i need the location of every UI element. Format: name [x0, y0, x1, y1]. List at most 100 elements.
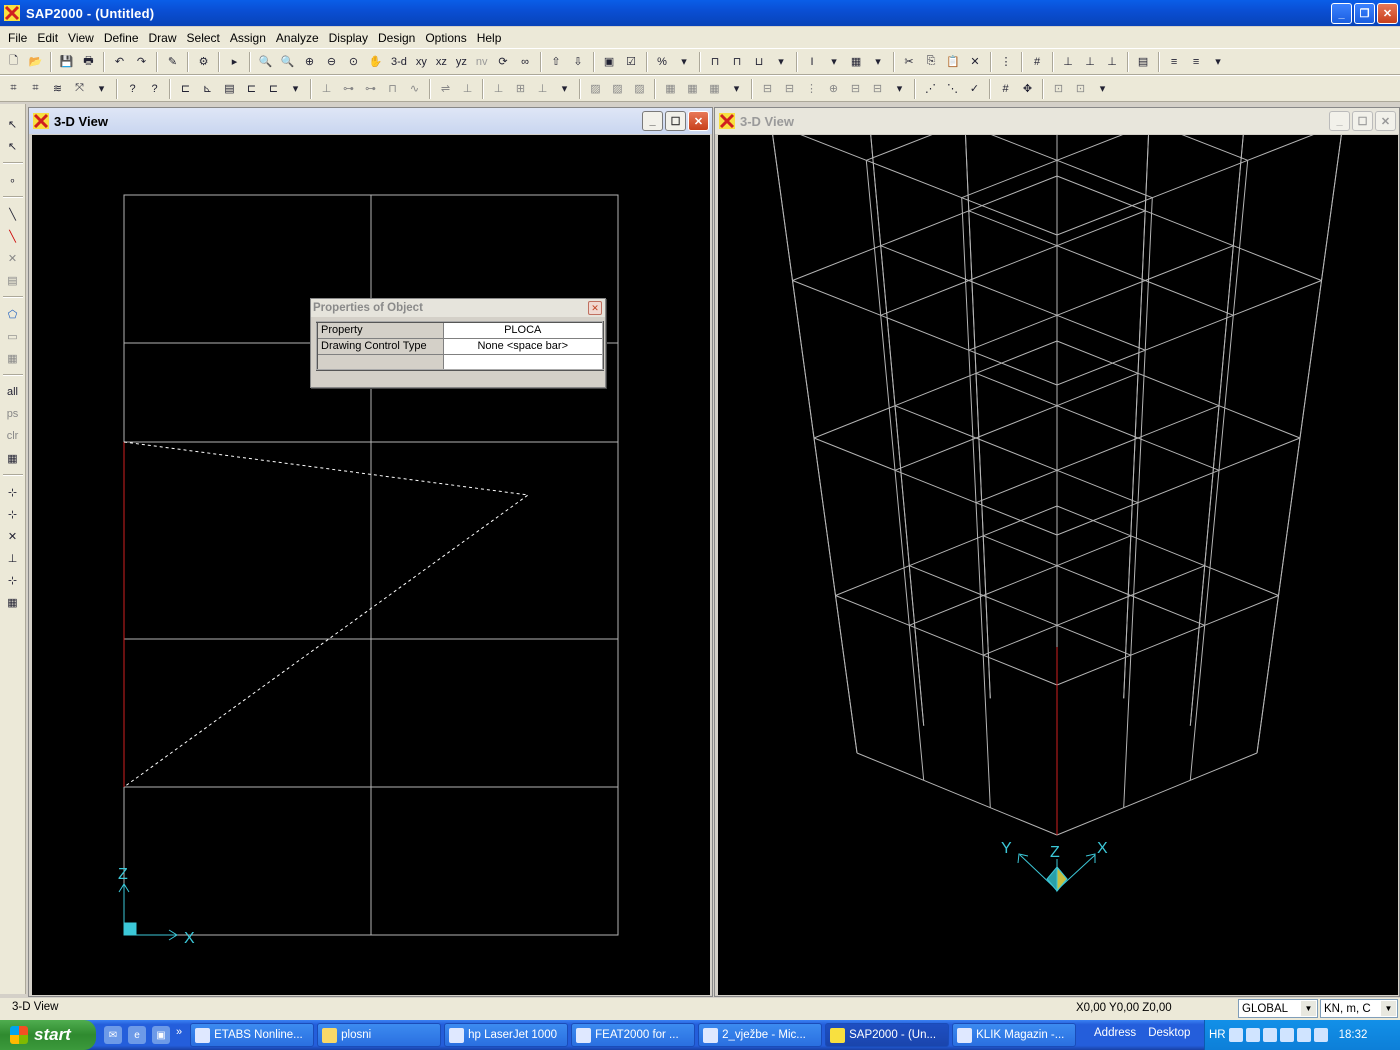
right-view-drawing[interactable]: Y Z X: [718, 135, 1398, 995]
new-file-icon[interactable]: 🗋: [4, 52, 23, 71]
lock-pencil-icon[interactable]: ✎: [163, 52, 182, 71]
outlook-icon[interactable]: ✉: [104, 1026, 122, 1044]
menu-assign[interactable]: Assign: [225, 31, 271, 45]
frame-end-offset-icon[interactable]: ⋮: [802, 79, 821, 98]
task-sap2000[interactable]: SAP2000 - (Un...: [825, 1023, 950, 1047]
assign-load-icon[interactable]: ⊥: [489, 79, 508, 98]
paste-icon[interactable]: 📋: [944, 52, 963, 71]
draw-frame-line-icon[interactable]: ╲: [3, 204, 23, 224]
snap-fine-grid-icon[interactable]: ⊡: [1071, 79, 1090, 98]
previous-selection-icon[interactable]: ps: [3, 404, 23, 424]
align-icon[interactable]: ≡: [1165, 52, 1184, 71]
area-section-assign-icon[interactable]: ▦: [661, 79, 680, 98]
query-help-icon[interactable]: ?: [145, 79, 164, 98]
intersecting-line-select-icon[interactable]: ▦: [3, 448, 23, 468]
menu-select[interactable]: Select: [182, 31, 225, 45]
address-toolbar[interactable]: Address: [1094, 1027, 1136, 1039]
view-yz-button[interactable]: yz: [453, 52, 470, 71]
left-view-canvas[interactable]: Z X: [32, 135, 710, 995]
clear-selection-icon[interactable]: clr: [3, 426, 23, 446]
tray-app-icon[interactable]: [1296, 1028, 1311, 1042]
select-all-icon[interactable]: all: [3, 382, 23, 402]
joint-constraint-icon[interactable]: ⊥: [1103, 52, 1122, 71]
view-3d-button[interactable]: 3-d: [388, 52, 410, 71]
dropdown-icon[interactable]: ▾: [286, 79, 305, 98]
menu-view[interactable]: View: [63, 31, 99, 45]
dropdown-icon[interactable]: ▾: [772, 52, 791, 71]
cut-icon[interactable]: ✂: [900, 52, 919, 71]
perspective-icon[interactable]: ∞: [516, 52, 535, 71]
draw-spring-icon[interactable]: ∿: [405, 79, 424, 98]
menu-edit[interactable]: Edit: [32, 31, 63, 45]
snap-lines-icon[interactable]: ⊡: [1049, 79, 1068, 98]
assign-distributed-load-icon[interactable]: ⊞: [511, 79, 530, 98]
area-pattern-icon[interactable]: ▨: [608, 79, 627, 98]
zoom-window-icon[interactable]: 🔍: [256, 52, 275, 71]
menu-display[interactable]: Display: [324, 31, 373, 45]
right-view-maximize-button[interactable]: ☐: [1352, 111, 1373, 131]
task-laserjet[interactable]: hp LaserJet 1000: [444, 1023, 569, 1047]
pan-icon[interactable]: ✋: [366, 52, 385, 71]
quick-draw-braces-icon[interactable]: ✕: [3, 248, 23, 268]
left-view-maximize-button[interactable]: ☐: [665, 111, 686, 131]
zoom-full-icon[interactable]: ⊙: [344, 52, 363, 71]
language-indicator[interactable]: HR: [1209, 1029, 1226, 1041]
pointer-icon[interactable]: ↖: [3, 114, 23, 134]
more-chevron[interactable]: »: [176, 1026, 182, 1044]
units-select[interactable]: KN, m, C ▼: [1320, 999, 1398, 1018]
draw-frame-icon[interactable]: ⊶: [339, 79, 358, 98]
dropdown-icon[interactable]: ▾: [555, 79, 574, 98]
frame-output-station-icon[interactable]: ⊟: [846, 79, 865, 98]
right-view-minimize-button[interactable]: _: [1329, 111, 1350, 131]
show-forces-icon[interactable]: ⤧: [70, 79, 89, 98]
show-plot-icon[interactable]: ⊾: [198, 79, 217, 98]
properties-close-icon[interactable]: ✕: [588, 301, 602, 315]
show-desktop-icon[interactable]: ▣: [152, 1026, 170, 1044]
undo-icon[interactable]: ↶: [110, 52, 129, 71]
tray-app-icon[interactable]: [1245, 1028, 1260, 1042]
table-icon[interactable]: ▤: [1134, 52, 1153, 71]
minimize-button[interactable]: _: [1331, 3, 1352, 24]
dropdown-icon[interactable]: ▾: [1209, 52, 1228, 71]
property-value[interactable]: PLOCA: [442, 321, 604, 339]
task-etabs[interactable]: ETABS Nonline...: [190, 1023, 315, 1047]
close-button[interactable]: ✕: [1377, 3, 1398, 24]
tray-app-icon[interactable]: [1313, 1028, 1328, 1042]
right-3d-view-window[interactable]: 3-D View _ ☐ ✕ Y Z X: [714, 107, 1400, 997]
query-icon[interactable]: ?: [123, 79, 142, 98]
area-temperature-icon[interactable]: ▨: [630, 79, 649, 98]
tray-app-icon[interactable]: [1262, 1028, 1277, 1042]
task-word-document[interactable]: 2_vježbe - Mic...: [698, 1023, 823, 1047]
right-view-canvas[interactable]: Y Z X: [718, 135, 1398, 995]
left-view-minimize-button[interactable]: _: [642, 111, 663, 131]
run-analysis-icon[interactable]: ⚙: [194, 52, 213, 71]
frame-section-icon[interactable]: ⊓: [728, 52, 747, 71]
left-view-titlebar[interactable]: 3-D View _ ☐ ✕: [29, 108, 712, 134]
divide-icon[interactable]: ≡: [1187, 52, 1206, 71]
snap-midpoint-icon[interactable]: ⊹: [3, 504, 23, 524]
view-xy-button[interactable]: xy: [413, 52, 430, 71]
area-load-icon[interactable]: ▨: [586, 79, 605, 98]
view-xz-button[interactable]: xz: [433, 52, 450, 71]
assign-joint-icon[interactable]: ⇌: [436, 79, 455, 98]
assign-point-load-icon[interactable]: ⊥: [533, 79, 552, 98]
dropdown-icon[interactable]: ▾: [727, 79, 746, 98]
frame-local-axes-icon[interactable]: ⊟: [868, 79, 887, 98]
draw-link-icon[interactable]: ⊓: [383, 79, 402, 98]
draw-special-joint-icon[interactable]: ⊥: [317, 79, 336, 98]
menu-draw[interactable]: Draw: [144, 31, 182, 45]
joint-spring-icon[interactable]: ⊥: [1081, 52, 1100, 71]
percent-icon[interactable]: %: [653, 52, 672, 71]
reshape-pointer-icon[interactable]: ↖: [3, 136, 23, 156]
zoom-in-icon[interactable]: ⊕: [300, 52, 319, 71]
snap-joints-icon[interactable]: ⊹: [3, 482, 23, 502]
snap-grid-points-icon[interactable]: ▦: [3, 592, 23, 612]
desktop-toolbar[interactable]: Desktop: [1148, 1027, 1190, 1039]
snap-intersections-icon[interactable]: ✓: [965, 79, 984, 98]
tray-app-icon[interactable]: [1279, 1028, 1294, 1042]
object-shrink-icon[interactable]: ▣: [600, 52, 619, 71]
left-view-drawing[interactable]: Z X: [32, 135, 710, 995]
show-loads-icon[interactable]: ⌗: [26, 79, 45, 98]
area-section-icon[interactable]: ▦: [847, 52, 866, 71]
menu-help[interactable]: Help: [472, 31, 507, 45]
